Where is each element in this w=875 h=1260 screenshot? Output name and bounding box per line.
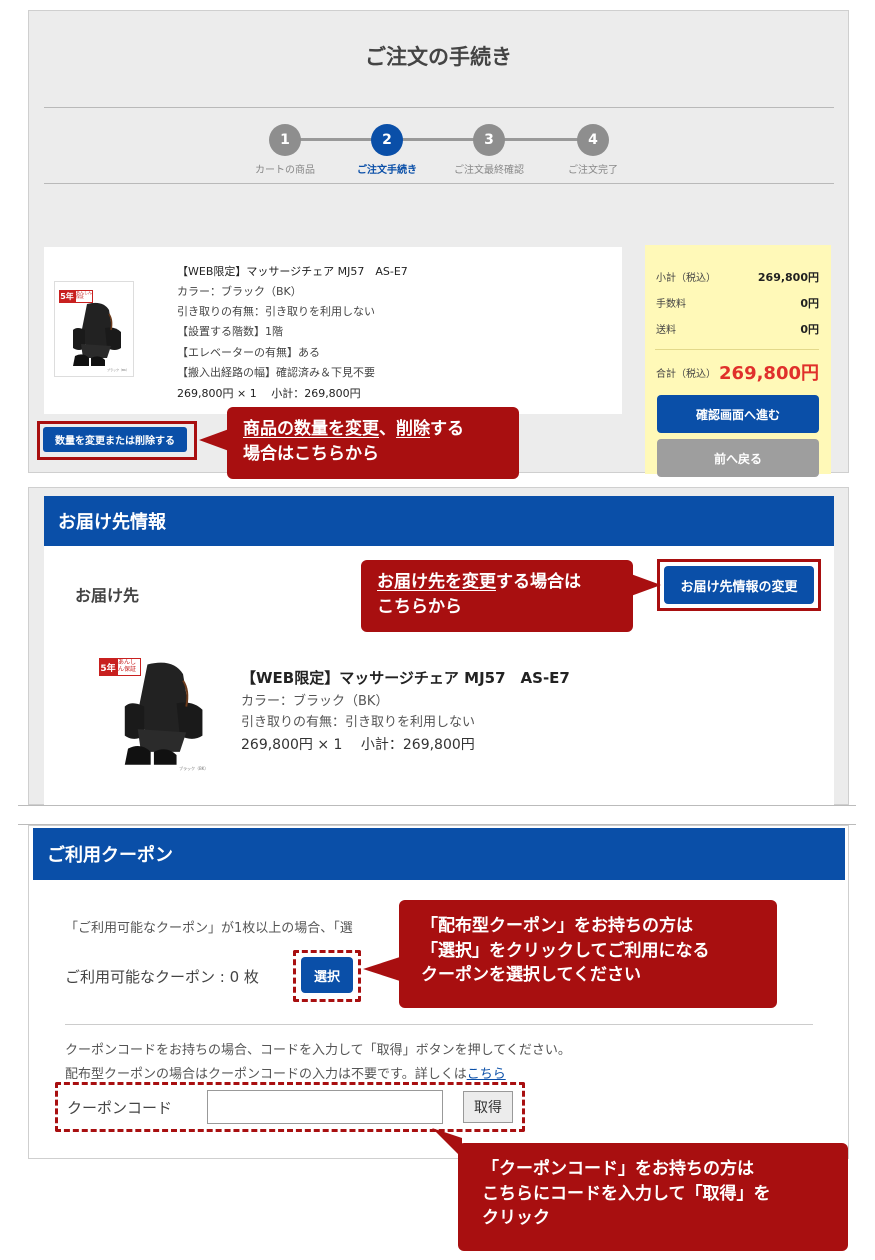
fee-value: 0円 xyxy=(800,297,819,310)
step-3-label: ご注文最終確認 xyxy=(454,165,524,176)
subtotal-label: 小計（税込） xyxy=(656,273,716,284)
callout-coupon-line2: 「選択」をクリックしてご利用になる xyxy=(421,940,710,961)
divider xyxy=(44,183,834,184)
total-value: 269,800円 xyxy=(719,363,819,384)
shipping-label: 送料 xyxy=(656,325,676,336)
callout-dest-rest: する場合は xyxy=(496,572,581,592)
callout-qty-underlined-2: 削除 xyxy=(396,419,430,439)
delivery-panel: お届け先情報 お届け先 お届け先を変更する場合は こちらから お届け先情報の変更… xyxy=(28,487,849,806)
callout-qty-underlined: 商品の数量を変更 xyxy=(243,419,379,439)
section-divider xyxy=(18,805,856,806)
progress-stepper: 1 2 3 4 カートの商品 ご注文手続き ご注文最終確認 ご注文完了 xyxy=(255,124,618,184)
callout-qty-line2: 場合はこちらから xyxy=(243,443,379,464)
delivery-header: お届け先情報 xyxy=(44,496,834,546)
get-coupon-button[interactable]: 取得 xyxy=(463,1091,513,1123)
divider xyxy=(65,1024,813,1025)
total-label: 合計（税込） xyxy=(656,369,716,380)
product-floor: 【設置する階数】1階 xyxy=(177,325,283,338)
callout-coupon-code: 「クーポンコード」をお持ちの方は こちらにコードを入力して「取得」を クリック xyxy=(458,1143,848,1251)
coupon-code-label: クーポンコード xyxy=(67,1099,173,1117)
callout-pointer xyxy=(199,429,229,451)
product-elevator: 【エレベーターの有無】ある xyxy=(177,346,320,359)
product-path-width: 【搬入出経路の幅】確認済み＆下見不要 xyxy=(177,366,375,379)
back-button[interactable]: 前へ戻る xyxy=(657,439,819,477)
callout-change-destination: お届け先を変更する場合は こちらから xyxy=(361,560,633,632)
step-3-circle: 3 xyxy=(473,124,505,156)
delivery-product-pickup: 引き取りの有無：引き取りを利用しない xyxy=(241,715,476,730)
thumbnail-caption: ブラック（BK） xyxy=(107,368,130,372)
product-pickup: 引き取りの有無：引き取りを利用しない xyxy=(177,305,375,318)
coupon-panel: ご利用クーポン 「ご利用可能なクーポン」が1枚以上の場合、「選 ご利用可能なクー… xyxy=(28,825,849,1159)
step-4-circle: 4 xyxy=(577,124,609,156)
subtotal-value: 269,800円 xyxy=(757,271,819,284)
summary-divider xyxy=(655,349,819,350)
coupon-code-info2: 配布型クーポンの場合はクーポンコードの入力は不要です。詳しくはこちら xyxy=(65,1063,506,1082)
coupon-header: ご利用クーポン xyxy=(33,828,845,880)
callout-change-quantity: 商品の数量を変更、削除する 場合はこちらから xyxy=(227,407,519,479)
massage-chair-image xyxy=(124,662,203,765)
thumbnail-caption: ブラック（BK） xyxy=(179,766,209,771)
callout-coupon-line1: 「配布型クーポン」をお持ちの方は xyxy=(421,916,693,936)
page-title: ご注文の手続き xyxy=(365,45,512,69)
step-1-circle: 1 xyxy=(269,124,301,156)
callout-dest-underlined: お届け先を変更 xyxy=(377,572,496,592)
product-thumbnail: 5年 あんしん保証 ブラック（BK） xyxy=(54,281,134,377)
delivery-product-price: 269,800円 × 1 小計：269,800円 xyxy=(241,737,475,753)
cart-item-card: 5年 あんしん保証 ブラック（BK） 【WEB限定】マッサージチェア MJ57 … xyxy=(44,247,622,414)
delivery-label: お届け先 xyxy=(75,586,140,605)
callout-qty-separator: 、 xyxy=(379,419,396,439)
coupon-code-input[interactable] xyxy=(207,1090,443,1124)
order-summary: 小計（税込） 269,800円 手数料 0円 送料 0円 合計（税込） 269,… xyxy=(645,245,831,477)
change-destination-button[interactable]: お届け先情報の変更 xyxy=(664,566,814,604)
change-quantity-button[interactable]: 数量を変更または削除する xyxy=(43,427,187,452)
step-2-circle: 2 xyxy=(371,124,403,156)
delivery-product-color: カラー：ブラック（BK） xyxy=(241,694,389,709)
callout-select-coupon: 「配布型クーポン」をお持ちの方は 「選択」をクリックしてご利用になる クーポンを… xyxy=(399,900,777,1008)
delivery-product-name: 【WEB限定】マッサージチェア MJ57 AS-E7 xyxy=(241,669,570,687)
callout-qty-rest: する xyxy=(430,419,464,439)
fee-label: 手数料 xyxy=(656,299,686,310)
coupon-intro: 「ご利用可能なクーポン」が1枚以上の場合、「選 xyxy=(65,921,353,936)
massage-chair-image xyxy=(73,302,121,366)
order-procedure-panel: ご注文の手続き 1 2 3 4 カートの商品 ご注文手続き ご注文最終確認 ご注… xyxy=(28,10,849,479)
step-4-label: ご注文完了 xyxy=(568,165,618,176)
delivery-product-image: 5年 あんしん保証 ブラック（BK） xyxy=(97,654,237,772)
callout-code-line2: こちらにコードを入力して「取得」を xyxy=(482,1183,771,1204)
product-price-line: 269,800円 × 1 小計：269,800円 xyxy=(177,387,361,400)
callout-code-line1: 「クーポンコード」をお持ちの方は xyxy=(482,1159,754,1179)
available-coupons-label: ご利用可能なクーポン : 0 枚 xyxy=(65,968,259,986)
coupon-code-info1: クーポンコードをお持ちの場合、コードを入力して「取得」ボタンを押してください。 xyxy=(65,1043,571,1058)
callout-code-line3: クリック xyxy=(482,1208,550,1229)
step-2-label: ご注文手続き xyxy=(357,165,417,176)
callout-dest-line2: こちらから xyxy=(377,596,462,617)
select-coupon-button[interactable]: 選択 xyxy=(301,957,353,993)
coupon-code-info2-text: 配布型クーポンの場合はクーポンコードの入力は不要です。詳しくは xyxy=(65,1067,467,1082)
product-name: 【WEB限定】マッサージチェア MJ57 AS-E7 xyxy=(177,265,408,278)
callout-pointer xyxy=(363,956,403,982)
confirm-button[interactable]: 確認画面へ進む xyxy=(657,395,819,433)
callout-coupon-line3: クーポンを選択してください xyxy=(421,965,641,986)
divider xyxy=(44,107,834,108)
step-1-label: カートの商品 xyxy=(255,165,315,176)
product-color: カラー：ブラック（BK） xyxy=(177,285,302,298)
shipping-value: 0円 xyxy=(800,323,819,336)
coupon-details-link[interactable]: こちら xyxy=(467,1067,506,1082)
